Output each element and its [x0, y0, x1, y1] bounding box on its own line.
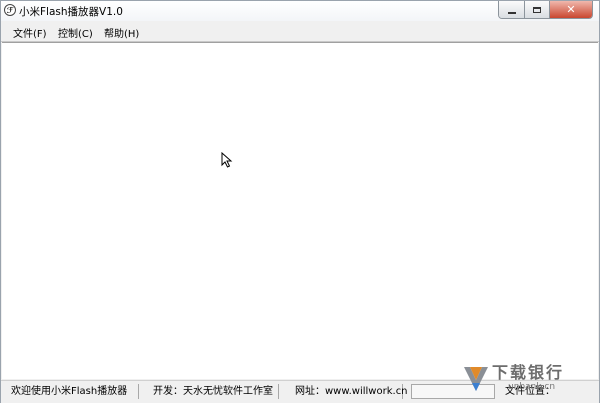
menu-bar: 文件(F) 控制(C) 帮助(H) [1, 22, 599, 42]
menu-control[interactable]: 控制(C) [58, 25, 93, 40]
close-button[interactable]: ✕ [549, 1, 592, 18]
close-icon: ✕ [566, 3, 576, 16]
status-website: 网址：www.willwork.cn [291, 384, 408, 399]
flash-player-area[interactable] [2, 42, 598, 379]
window-title: 小米Flash播放器V1.0 [19, 6, 123, 18]
menu-file[interactable]: 文件(F) [13, 25, 47, 40]
status-developer: 开发：天水无忧软件工作室 [149, 384, 279, 399]
menu-help[interactable]: 帮助(H) [104, 25, 139, 40]
maximize-button[interactable] [524, 1, 549, 18]
watermark-domain: unbank.cn [508, 382, 556, 392]
minimize-button[interactable] [499, 1, 524, 18]
window-controls: ✕ [498, 1, 593, 19]
title-bar[interactable]: ℱ 小米Flash播放器V1.0 ✕ [1, 1, 599, 21]
app-flash-icon[interactable]: ℱ [4, 4, 16, 16]
watermark: 下载银行 unbank.cn [462, 359, 596, 399]
status-welcome: 欢迎使用小米Flash播放器 [7, 384, 139, 399]
app-window: ℱ 小米Flash播放器V1.0 ✕ 文件(F) 控制(C) 帮助(H) 欢迎使… [0, 0, 600, 403]
watermark-logo-icon [464, 367, 488, 391]
watermark-brand: 下载银行 [492, 363, 565, 382]
mouse-cursor-icon [221, 152, 233, 168]
maximize-icon [533, 6, 541, 13]
minimize-icon [507, 12, 516, 14]
